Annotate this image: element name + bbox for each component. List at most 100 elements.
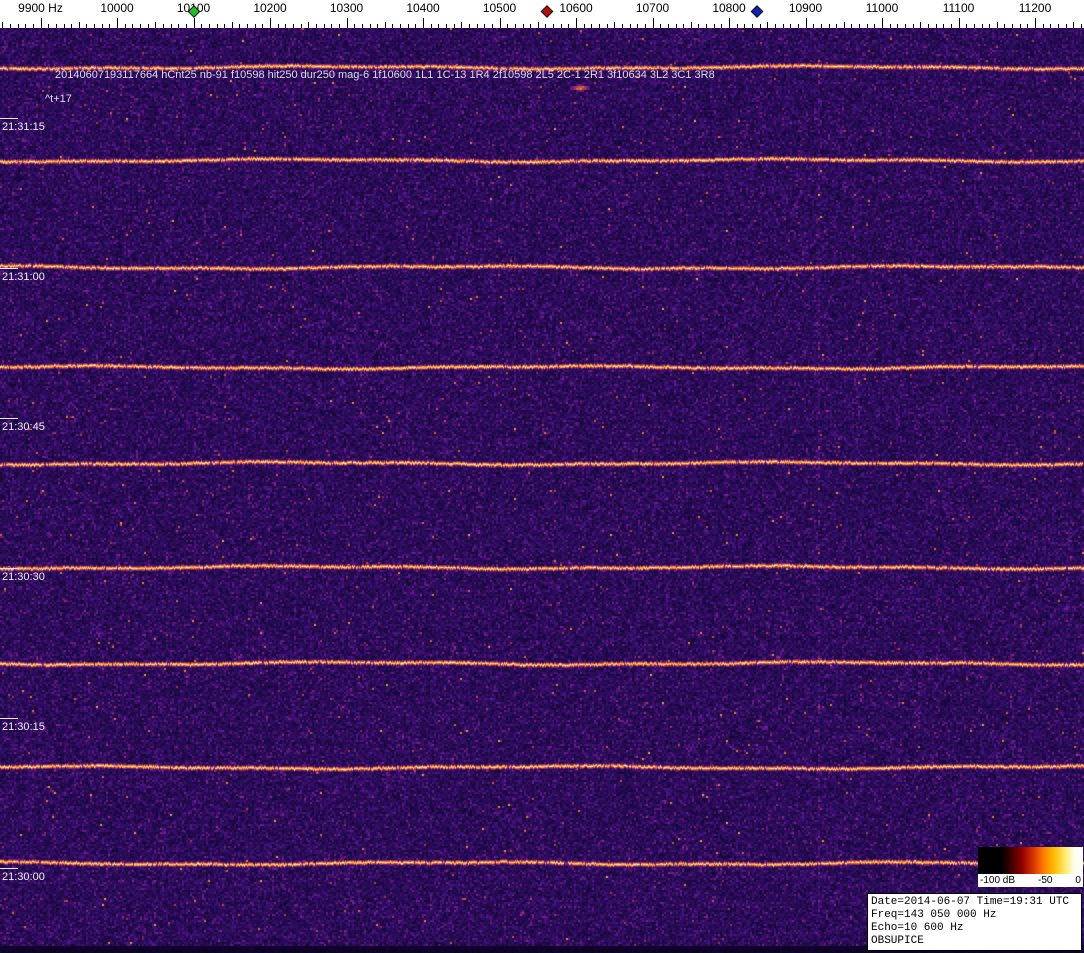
ruler-tick [1027,24,1029,28]
time-label: 21:30:30 [2,571,45,583]
ruler-tick [277,24,279,28]
ruler-tick [63,24,65,28]
time-tick [0,118,18,119]
ruler-tick [591,24,593,28]
ruler-tick [17,24,19,28]
ruler-tick [124,24,126,28]
ruler-tick [484,24,486,28]
ruler-tick [927,24,929,28]
time-label: 21:30:00 [2,871,45,883]
ruler-tick [446,24,447,28]
time-label: 21:30:45 [2,421,45,433]
ruler-label: 10300 [329,1,364,15]
ruler-tick [147,24,149,28]
ruler-label: 11200 [1018,1,1052,15]
frequency-ruler[interactable]: 9900 Hz100001010010200103001040010500106… [0,0,1084,28]
ruler-tick [32,24,34,28]
ruler-tick [48,24,50,28]
ruler-tick [752,24,753,28]
ruler-tick [790,24,792,28]
ruler-tick [905,24,906,28]
ruler-tick [874,24,876,28]
spectrogram-app: 9900 Hz100001010010200103001040010500106… [0,0,1084,953]
info-date-line: Date=2014-06-07 Time=19:31 UTC [871,896,1070,908]
ruler-tick [514,24,516,28]
ruler-tick [216,24,218,28]
ruler-tick [1042,24,1044,28]
ruler-tick [430,24,432,28]
colorbar-gradient [978,847,1083,874]
ruler-tick [576,18,577,28]
ruler-tick [882,18,883,28]
ruler-tick [71,24,73,28]
ruler-tick [491,24,493,28]
ruler-tick [996,22,998,28]
time-tick [0,268,18,269]
ruler-tick [729,18,730,28]
ruler-tick [461,22,463,28]
ruler-tick [423,18,424,28]
ruler-tick [897,24,899,28]
ruler-tick [453,24,455,28]
ruler-label: 10000 [100,1,134,15]
info-freq-line: Freq=143 050 000 Hz [871,909,997,921]
ruler-tick [828,24,830,28]
waterfall-canvas[interactable] [0,28,1084,953]
ruler-tick [1073,22,1075,28]
ruler-tick [644,24,646,28]
ruler-tick [606,24,608,28]
ruler-label: 10200 [253,1,287,15]
info-echo-line: Echo=10 600 Hz [871,922,964,934]
ruler-label: 10700 [635,1,670,15]
ruler-tick [499,18,501,28]
info-box: Date=2014-06-07 Time=19:31 UTC Freq=143 … [867,893,1082,951]
ruler-tick [354,24,356,28]
ruler-tick [247,24,249,28]
ruler-tick [201,24,203,28]
ruler-tick [621,24,623,28]
ruler-tick [9,24,11,28]
ruler-tick [1065,24,1067,28]
ruler-label: 10600 [559,1,593,15]
ruler-tick [361,24,363,28]
ruler-tick [866,24,868,28]
ruler-tick [346,18,348,28]
ruler-tick [545,24,547,28]
ruler-tick [476,24,478,28]
ruler-tick [614,22,616,28]
ruler-tick [224,24,226,28]
red-freq-marker-icon[interactable] [540,5,554,18]
ruler-tick [530,24,532,28]
blue-freq-marker-icon[interactable] [751,5,764,18]
ruler-tick [78,22,80,28]
ruler-tick [683,24,685,28]
ruler-label: 10900 [788,1,823,15]
ruler-tick [560,24,562,28]
ruler-tick [713,24,715,28]
ruler-tick [101,24,103,28]
time-tick [0,718,18,719]
ruler-tick [820,24,822,28]
ruler-tick [323,24,325,28]
ruler-tick [132,24,134,28]
ruler-tick [40,18,42,28]
ruler-tick [400,24,402,28]
ruler-tick [981,24,983,28]
ruler-tick [1035,18,1036,28]
ruler-tick [935,24,937,28]
ruler-tick [155,22,157,28]
colorbar-max-label: 0 [1075,875,1081,886]
ruler-tick [1012,24,1014,28]
ruler-label: 10500 [482,1,517,15]
ruler-tick [407,24,409,28]
ruler-tick [805,18,807,28]
ruler-tick [300,24,302,28]
ruler-tick [315,24,317,28]
ruler-tick [568,24,570,28]
ruler-tick [629,24,631,28]
ruler-tick [797,24,799,28]
ruler-tick [1019,24,1021,28]
ruler-tick [950,24,952,28]
ruler-tick [338,24,340,28]
ruler-tick [966,24,968,28]
